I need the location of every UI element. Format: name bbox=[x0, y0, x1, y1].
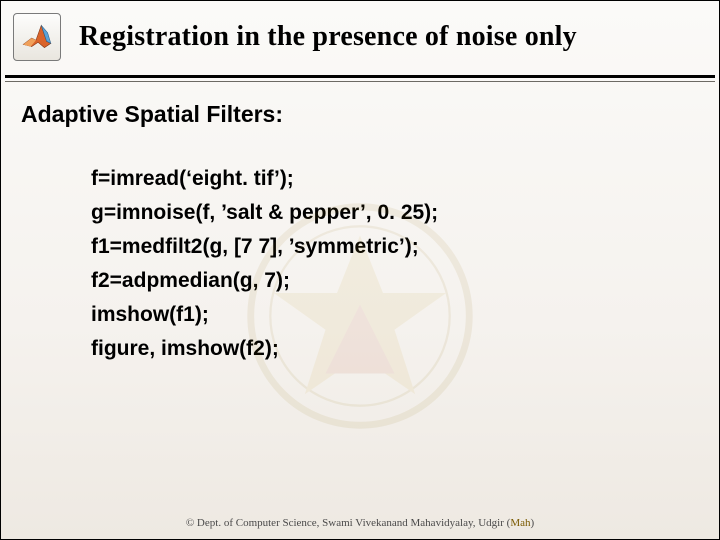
slide-title: Registration in the presence of noise on… bbox=[79, 21, 719, 53]
code-block: f=imread(‘eight. tif’); g=imnoise(f, ’sa… bbox=[21, 162, 699, 366]
slide-header: Registration in the presence of noise on… bbox=[1, 1, 719, 73]
footer-highlight: Mah bbox=[510, 517, 530, 529]
slide-footer: © Dept. of Computer Science, Swami Vivek… bbox=[1, 517, 719, 529]
code-line: figure, imshow(f2); bbox=[91, 332, 699, 366]
footer-text-prefix: © Dept. of Computer Science, Swami Vivek… bbox=[186, 517, 510, 529]
code-line: f1=medfilt2(g, [7 7], ’symmetric’); bbox=[91, 230, 699, 264]
code-line: f=imread(‘eight. tif’); bbox=[91, 162, 699, 196]
matlab-membrane-icon bbox=[13, 13, 61, 61]
code-line: f2=adpmedian(g, 7); bbox=[91, 264, 699, 298]
slide-content: Adaptive Spatial Filters: f=imread(‘eigh… bbox=[1, 83, 719, 366]
section-title: Adaptive Spatial Filters: bbox=[21, 101, 699, 128]
footer-text-suffix: ) bbox=[530, 517, 534, 529]
code-line: g=imnoise(f, ’salt & pepper’, 0. 25); bbox=[91, 196, 699, 230]
code-line: imshow(f1); bbox=[91, 298, 699, 332]
header-divider bbox=[1, 75, 719, 83]
slide: Registration in the presence of noise on… bbox=[0, 0, 720, 540]
